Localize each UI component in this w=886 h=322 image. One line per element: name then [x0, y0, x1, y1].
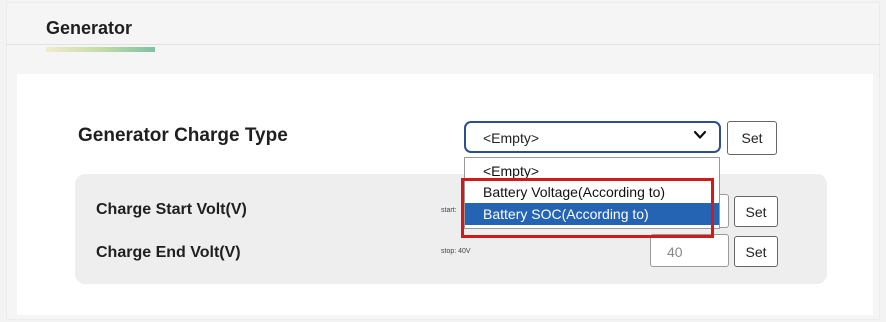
- generator-charge-type-select[interactable]: <Empty>: [464, 121, 721, 153]
- charge-end-volt-input[interactable]: 40: [650, 234, 729, 267]
- title-divider: [6, 44, 880, 45]
- charge-start-hint: start:: [441, 207, 457, 214]
- select-current-value: <Empty>: [483, 130, 540, 146]
- annotation-highlight-box: [461, 178, 714, 238]
- charge-start-volt-label: Charge Start Volt(V): [96, 201, 247, 218]
- chevron-down-icon: [693, 130, 707, 139]
- set-charge-end-button[interactable]: Set: [734, 236, 778, 267]
- charge-start-volt-input[interactable]: [720, 194, 729, 228]
- set-charge-type-button[interactable]: Set: [727, 121, 777, 155]
- title-accent-bar: [46, 47, 155, 52]
- section-title: Generator: [46, 18, 133, 38]
- set-charge-start-button[interactable]: Set: [734, 196, 778, 227]
- generator-charge-type-label: Generator Charge Type: [78, 125, 288, 146]
- charge-end-volt-label: Charge End Volt(V): [96, 244, 241, 261]
- charge-end-hint: stop: 40V: [441, 248, 471, 255]
